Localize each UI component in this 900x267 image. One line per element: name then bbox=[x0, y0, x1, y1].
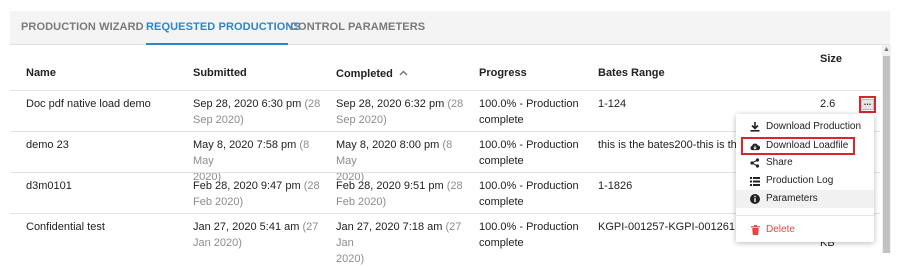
menu-item-download-production[interactable]: Download Production bbox=[736, 118, 874, 136]
download-icon bbox=[750, 118, 760, 136]
column-header-progress[interactable]: Progress bbox=[479, 67, 527, 79]
column-header-completed[interactable]: Completed bbox=[336, 67, 408, 80]
row-actions-menu: Download Production Download Loadfile Sh… bbox=[736, 114, 874, 242]
row-progress: 100.0% - Production complete bbox=[479, 180, 579, 208]
menu-item-label: Production Log bbox=[766, 175, 834, 186]
menu-item-label: Download Production bbox=[766, 121, 862, 132]
row-actions-button[interactable]: ... bbox=[859, 96, 876, 113]
menu-item-label: Delete bbox=[766, 224, 795, 235]
row-completed: Sep 28, 2020 6:32 pm (28 Sep 2020) bbox=[336, 98, 464, 126]
row-progress: 100.0% - Production complete bbox=[479, 221, 579, 249]
share-icon bbox=[750, 154, 760, 172]
scroll-up-arrow-icon[interactable]: ▲ bbox=[882, 45, 891, 55]
menu-item-production-log[interactable]: Production Log bbox=[736, 172, 874, 190]
tab-bar: PRODUCTION WIZARD REQUESTED PRODUCTIONS … bbox=[10, 11, 890, 45]
row-name: Confidential test bbox=[26, 221, 105, 233]
row-bates-range: 1-124 bbox=[598, 98, 627, 110]
row-completed: Feb 28, 2020 9:51 pm (28 Feb 2020) bbox=[336, 180, 463, 208]
row-bates-range: 1-1826 bbox=[598, 180, 633, 192]
menu-item-parameters[interactable]: Parameters bbox=[736, 190, 874, 208]
row-name: d3m0101 bbox=[26, 180, 72, 192]
menu-item-share[interactable]: Share bbox=[736, 154, 874, 172]
scrollbar-thumb[interactable] bbox=[883, 56, 890, 253]
column-header-name[interactable]: Name bbox=[26, 67, 56, 79]
trash-icon bbox=[750, 221, 760, 239]
row-name: Doc pdf native load demo bbox=[26, 98, 151, 110]
menu-item-delete[interactable]: Delete bbox=[736, 221, 874, 239]
column-header-bates-range[interactable]: Bates Range bbox=[598, 67, 665, 79]
row-bates-range: this is the bates200-this is the bbox=[598, 139, 736, 151]
menu-divider bbox=[736, 215, 874, 216]
tab-control-parameters[interactable]: CONTROL PARAMETERS bbox=[290, 11, 425, 44]
list-icon bbox=[750, 172, 760, 190]
menu-item-label: Parameters bbox=[766, 193, 818, 204]
row-size: 2.6 bbox=[820, 98, 836, 110]
row-progress: 100.0% - Production complete bbox=[479, 139, 579, 167]
chevron-up-icon bbox=[399, 67, 408, 79]
column-header-submitted[interactable]: Submitted bbox=[193, 67, 247, 79]
header-divider bbox=[10, 90, 880, 91]
info-icon bbox=[750, 190, 760, 208]
row-submitted: Jan 27, 2020 5:41 am (27 Jan 2020) bbox=[193, 221, 319, 249]
highlight-frame bbox=[741, 137, 855, 155]
ellipsis-icon: ... bbox=[861, 98, 874, 110]
tab-requested-productions[interactable]: REQUESTED PRODUCTIONS bbox=[146, 11, 301, 44]
vertical-scrollbar[interactable]: ▲ bbox=[882, 45, 891, 253]
row-completed: Jan 27, 2020 7:18 am (27 Jan 2020) bbox=[336, 221, 462, 265]
column-header-size[interactable]: Size bbox=[820, 53, 842, 65]
tab-production-wizard[interactable]: PRODUCTION WIZARD bbox=[21, 11, 144, 44]
row-name: demo 23 bbox=[26, 139, 69, 151]
active-tab-indicator bbox=[146, 43, 288, 45]
row-progress: 100.0% - Production complete bbox=[479, 98, 579, 126]
row-submitted: Sep 28, 2020 6:30 pm (28 Sep 2020) bbox=[193, 98, 321, 126]
column-header-completed-label: Completed bbox=[336, 68, 393, 80]
row-submitted: Feb 28, 2020 9:47 pm (28 Feb 2020) bbox=[193, 180, 320, 208]
row-bates-range: KGPI-001257-KGPI-001261 bbox=[598, 221, 735, 233]
menu-item-label: Share bbox=[766, 157, 793, 168]
